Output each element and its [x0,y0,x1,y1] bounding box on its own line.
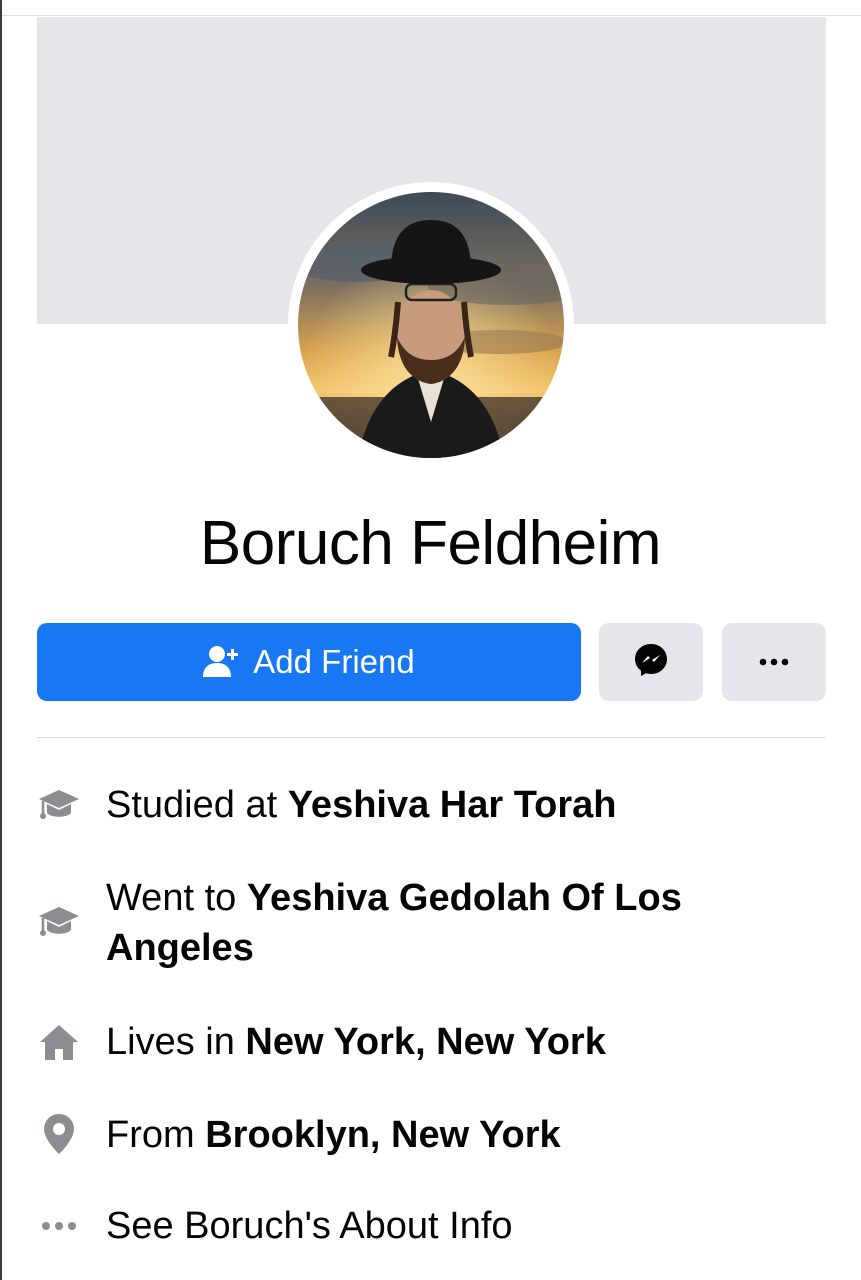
graduation-cap-icon [37,783,81,827]
home-icon [37,1020,81,1064]
from-prefix: From [106,1114,206,1156]
lives-prefix: Lives in [106,1021,246,1063]
went-prefix: Went to [106,877,247,919]
messenger-icon [633,642,669,683]
add-friend-label: Add Friend [253,643,415,680]
see-about-info-link[interactable]: See Boruch's About Info [106,1201,806,1251]
intro-item-text: From Brooklyn, New York [106,1110,806,1160]
studied-school-link[interactable]: Yeshiva Har Torah [288,784,617,826]
from-location-link[interactable]: Brooklyn, New York [205,1114,560,1156]
window-edge [0,0,2,1280]
message-button[interactable] [599,623,703,701]
graduation-cap-icon [37,900,81,944]
profile-name: Boruch Feldheim [199,509,662,578]
add-person-icon [203,645,239,679]
section-divider [37,737,826,738]
more-options-button[interactable] [722,623,826,701]
studied-prefix: Studied at [106,784,288,826]
intro-item-text: Went to Yeshiva Gedolah Of Los Angeles [106,873,746,973]
add-friend-button[interactable]: Add Friend [37,623,581,701]
more-dots-icon [37,1204,81,1248]
profile-picture[interactable] [298,192,564,458]
intro-item-text: Lives in New York, New York [106,1017,806,1067]
lives-location-link[interactable]: New York, New York [245,1021,605,1063]
more-dots-icon [759,653,789,671]
intro-item-text: Studied at Yeshiva Har Torah [106,780,806,830]
location-pin-icon [37,1112,81,1156]
top-divider [2,15,861,16]
